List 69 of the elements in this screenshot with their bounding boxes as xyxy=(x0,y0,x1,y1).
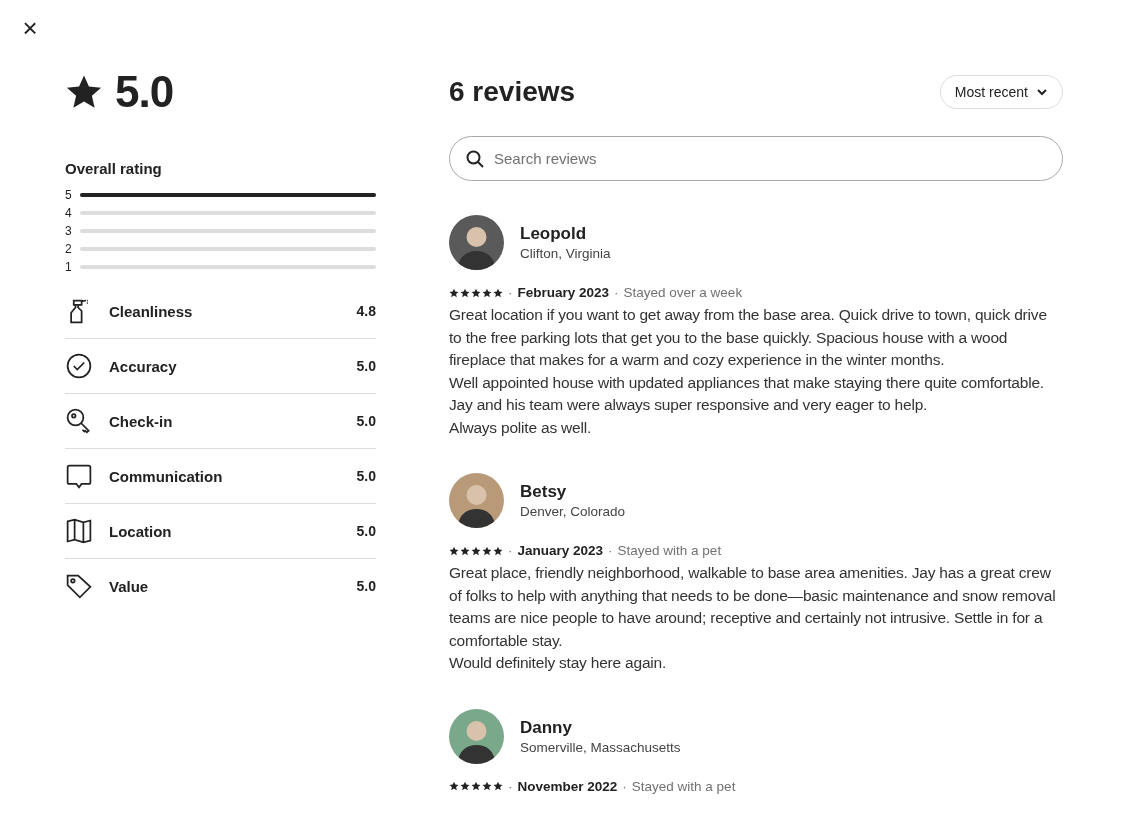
review-date: February 2023 xyxy=(517,285,610,300)
rating-number: 2 xyxy=(65,242,72,256)
category-score: 5.0 xyxy=(356,358,376,374)
category-score: 5.0 xyxy=(356,523,376,539)
separator-dot: · xyxy=(608,543,613,558)
separator-dot: · xyxy=(508,285,513,300)
search-field[interactable]: Search reviews xyxy=(449,136,1063,181)
chevron-down-icon xyxy=(1036,86,1048,98)
category-label: Accuracy xyxy=(109,357,178,375)
search-icon xyxy=(466,150,484,168)
avatar xyxy=(449,473,504,528)
reviewer-location: Somerville, Massachusetts xyxy=(520,739,681,755)
reviewer-location: Clifton, Virginia xyxy=(520,246,611,261)
separator-dot: · xyxy=(508,778,513,794)
category-score: 5.0 xyxy=(356,578,376,594)
review-date: January 2023 xyxy=(517,543,604,558)
star-icon xyxy=(449,781,459,791)
star-icon xyxy=(460,287,470,298)
separator-dot: · xyxy=(508,543,513,558)
review-text: Great location if you want to get away from the base area. Quick drive to town, quick drive to the free parking lots that get you to the base quickly. Spacious house with a wood fireplace that makes for a warm and cozy experience in the winter months. Well appointed house with updated appliances that make staying there quite comfortable. Jay and his team were always super responsive and very eager to help. Always polite as well. xyxy=(449,305,1048,438)
rating-number: 3 xyxy=(65,224,72,238)
category-label: Communication xyxy=(109,467,224,485)
star-icon xyxy=(449,545,459,556)
star-icon xyxy=(493,545,503,556)
star-icon xyxy=(471,287,481,298)
star-icon xyxy=(482,287,492,298)
category-score: 5.0 xyxy=(356,468,376,484)
star-icon xyxy=(482,545,492,556)
reviewer-name: Betsy xyxy=(520,482,568,502)
tag-icon xyxy=(65,572,93,600)
stay-type: Stayed with a pet xyxy=(631,778,736,794)
avatar xyxy=(449,215,504,270)
reviews-title: 6 reviews xyxy=(449,76,576,108)
speech-bubble-icon xyxy=(65,462,93,490)
category-label: Check-in xyxy=(109,412,174,430)
close-button[interactable]: × xyxy=(17,14,43,42)
star-icon xyxy=(449,287,459,298)
stay-type: Stayed with a pet xyxy=(617,543,722,558)
separator-dot: · xyxy=(622,778,627,794)
overall-rating-title: Overall rating xyxy=(65,160,163,177)
category-score: 5.0 xyxy=(356,413,376,429)
star-icon xyxy=(482,781,492,791)
review-date: November 2022 xyxy=(517,778,618,794)
stay-type: Stayed over a week xyxy=(623,285,743,300)
reviewer-location: Denver, Colorado xyxy=(520,504,626,519)
review-text: Great place, friendly neighborhood, walkable to base area amenities. Jay has a great crew of folks to help with anything that needs to be done—basic maintenance and snow removal teams are nice people to have around; receptive and certainly not intrusive. Settle in for a comfortable stay. Would definitely stay here again. xyxy=(449,563,1057,673)
category-label: Value xyxy=(109,577,150,595)
avatar xyxy=(449,708,504,764)
star-icon xyxy=(493,781,503,791)
star-icon xyxy=(65,73,103,111)
reviewer-name: Leopold xyxy=(520,224,588,244)
rating-number: 5 xyxy=(65,188,72,202)
category-label: Cleanliness xyxy=(109,302,194,320)
separator-dot: · xyxy=(614,285,619,300)
check-circle-icon xyxy=(65,352,93,380)
star-icon xyxy=(460,545,470,556)
reviewer-name: Danny xyxy=(520,717,573,738)
star-icon xyxy=(460,781,470,791)
star-icon xyxy=(471,545,481,556)
star-icon xyxy=(471,781,481,791)
category-score: 4.8 xyxy=(356,303,376,319)
overall-score: 5.0 xyxy=(115,67,174,117)
category-label: Location xyxy=(109,522,173,540)
rating-number: 1 xyxy=(65,260,72,274)
rating-number: 4 xyxy=(65,206,72,220)
map-icon xyxy=(65,517,93,545)
star-icon xyxy=(493,287,503,298)
key-icon xyxy=(65,407,93,435)
sort-dropdown[interactable]: Most recent xyxy=(939,75,1063,109)
